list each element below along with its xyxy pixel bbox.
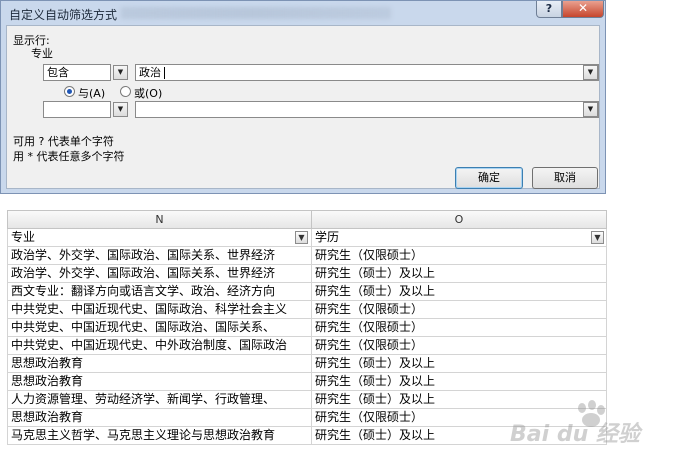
major-cell[interactable]: 政治学、外交学、国际政治、国际关系、世界经济 [7,247,312,265]
condition2-value-input[interactable] [135,101,599,118]
major-cell[interactable]: 思想政治教育 [7,355,312,373]
blurred-background-strip [121,7,391,19]
dialog-titlebar[interactable]: 自定义自动筛选方式 ? ✕ [1,1,605,25]
condition2-operator-select[interactable] [43,101,111,118]
major-cell[interactable]: 马克思主义哲学、马克思主义理论与思想政治教育 [7,427,312,445]
column-header-o[interactable]: O [311,210,607,229]
header-major-text: 专业 [11,230,36,244]
degree-cell[interactable]: 研究生（硕士）及以上 [312,373,607,391]
degree-cell[interactable]: 研究生（仅限硕士） [312,337,607,355]
hint-multi-char: 用 * 代表任意多个字符 [13,150,125,163]
help-button[interactable]: ? [536,1,562,18]
filter-active-icon[interactable]: ▼ [591,231,604,244]
condition1-value-text: 政治 [139,66,161,79]
major-cell[interactable]: 中共党史、中国近现代史、国际政治、科学社会主义 [7,301,312,319]
header-cell-degree[interactable]: 学历 [312,229,607,247]
close-button[interactable]: ✕ [562,1,604,18]
and-radio-label: 与(A) [78,87,106,100]
field-name-label: 专业 [31,47,53,60]
column-header-n[interactable]: N [7,210,312,229]
condition1-value-dropdown-icon[interactable]: ▼ [583,65,598,80]
hint-single-char: 可用 ? 代表单个字符 [13,135,114,148]
condition1-value-input[interactable]: 政治 [135,64,599,81]
major-cell[interactable]: 思想政治教育 [7,409,312,427]
condition1-operator-select[interactable]: 包含 [43,64,111,81]
or-radio-label: 或(O) [134,87,163,100]
cancel-button[interactable]: 取消 [532,167,598,189]
ok-button[interactable]: 确定 [455,167,523,189]
dialog-body: 显示行: 专业 包含 ▼ 政治 ▼ 与(A) 或(O) ▼ ▼ 可用 ? 代表单… [6,25,600,189]
major-cell[interactable]: 中共党史、中国近现代史、国际政治、国际关系、 [7,319,312,337]
major-cell[interactable]: 人力资源管理、劳动经济学、新闻学、行政管理、 [7,391,312,409]
filter-active-icon[interactable]: ▼ [295,231,308,244]
header-degree-text: 学历 [315,230,340,244]
text-cursor [164,67,165,79]
baidu-watermark: Bai du 经验 [510,422,640,447]
major-cell[interactable]: 中共党史、中国近现代史、中外政治制度、国际政治 [7,337,312,355]
degree-cell[interactable]: 研究生（硕士）及以上 [312,283,607,301]
degree-cell[interactable]: 研究生（仅限硕士） [312,247,607,265]
condition1-operator-dropdown-icon[interactable]: ▼ [113,65,128,80]
degree-cell[interactable]: 研究生（硕士）及以上 [312,355,607,373]
major-cell[interactable]: 政治学、外交学、国际政治、国际关系、世界经济 [7,265,312,283]
degree-cell[interactable]: 研究生（仅限硕士） [312,301,607,319]
major-cell[interactable]: 西文专业：翻译方向或语言文学、政治、经济方向 [7,283,312,301]
major-cell[interactable]: 思想政治教育 [7,373,312,391]
condition2-operator-dropdown-icon[interactable]: ▼ [113,102,128,117]
or-radio[interactable] [120,86,131,97]
header-cell-major[interactable]: 专业 [7,229,312,247]
condition1-operator-value: 包含 [47,66,69,79]
custom-autofilter-dialog: 自定义自动筛选方式 ? ✕ 显示行: 专业 包含 ▼ 政治 ▼ 与(A) 或(O… [0,0,606,194]
degree-cell[interactable]: 研究生（硕士）及以上 [312,265,607,283]
degree-cell[interactable]: 研究生（硕士）及以上 [312,391,607,409]
dialog-title: 自定义自动筛选方式 [9,8,118,22]
degree-cell[interactable]: 研究生（仅限硕士） [312,319,607,337]
condition2-value-dropdown-icon[interactable]: ▼ [583,102,598,117]
and-radio[interactable] [64,86,75,97]
